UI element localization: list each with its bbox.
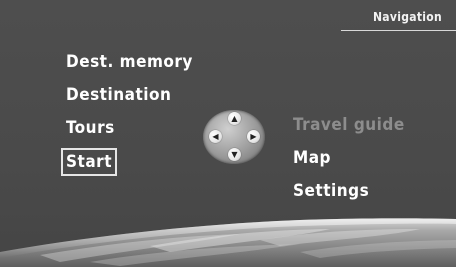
menu-item-destination[interactable]: Destination [66, 82, 193, 115]
menu-item-label: Map [293, 148, 331, 168]
menu-item-start[interactable]: Start [61, 148, 193, 181]
screen-title: Navigation [372, 10, 442, 24]
menu-item-label: Destination [66, 85, 172, 105]
menu-item-tours[interactable]: Tours [66, 115, 193, 148]
header-divider [341, 30, 456, 31]
arrow-right-icon[interactable]: ▶ [247, 130, 260, 143]
menu-item-label: Travel guide [293, 115, 405, 135]
menu-item-label: Tours [66, 118, 115, 138]
navigation-screen: Navigation Dest. memory Destination Tour… [0, 0, 456, 267]
menu-item-map[interactable]: Map [293, 145, 405, 178]
arrow-down-icon[interactable]: ▼ [228, 148, 241, 161]
main-menu-left: Dest. memory Destination Tours Start [61, 49, 193, 181]
menu-item-label: Dest. memory [66, 52, 193, 72]
menu-item-label: Start [61, 148, 118, 176]
arrow-up-icon[interactable]: ▲ [228, 112, 241, 125]
main-menu-right: Travel guide Map Settings [293, 112, 405, 211]
menu-item-dest-memory[interactable]: Dest. memory [66, 49, 193, 82]
menu-item-travel-guide[interactable]: Travel guide [293, 112, 405, 145]
menu-item-label: Settings [293, 181, 370, 201]
joystick-control[interactable]: ▲ ◀ ▶ ▼ [203, 110, 265, 164]
menu-item-settings[interactable]: Settings [293, 178, 405, 211]
arrow-left-icon[interactable]: ◀ [209, 130, 222, 143]
